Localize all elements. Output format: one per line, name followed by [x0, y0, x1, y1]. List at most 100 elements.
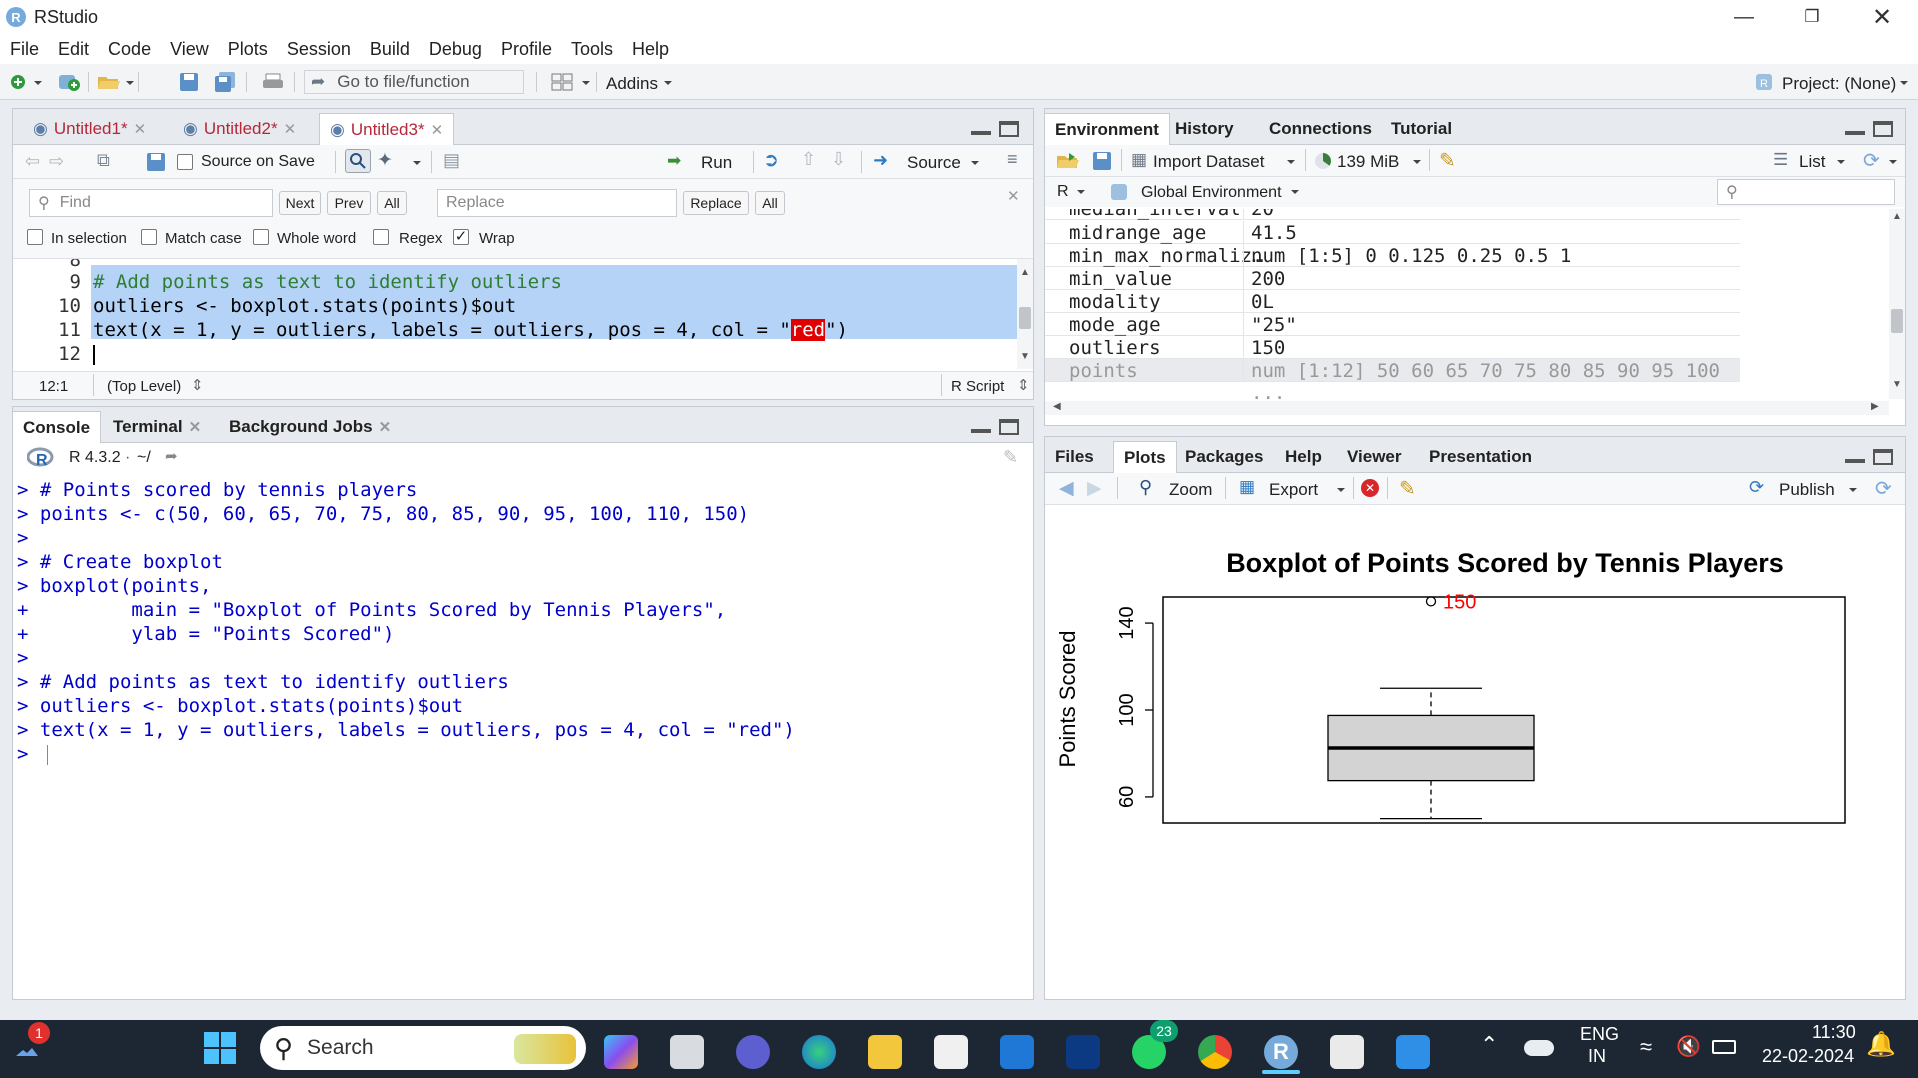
project-menu[interactable]: Project: (None) [1782, 74, 1896, 94]
battery-icon[interactable] [1712, 1040, 1736, 1054]
up-arrow-icon[interactable]: ⇧ [801, 149, 816, 170]
scroll-left-icon[interactable]: ◀ [1053, 401, 1061, 412]
edge-icon[interactable] [802, 1035, 836, 1069]
addins-menu[interactable]: Addins [606, 74, 658, 94]
chevron-down-icon[interactable] [1411, 151, 1423, 171]
file-type-selector[interactable]: R Script [951, 378, 1004, 395]
goto-file-input[interactable]: ➦ Go to file/function [304, 70, 524, 94]
menu-file[interactable]: File [10, 39, 39, 60]
scroll-right-icon[interactable]: ▶ [1871, 401, 1879, 412]
publish-button[interactable]: Publish [1779, 480, 1835, 500]
remove-plot-icon[interactable]: ✕ [1361, 479, 1379, 497]
env-row[interactable]: min_max_normaliz… num [1:5] 0 0.125 0.25 … [1045, 244, 1740, 267]
rerun-icon[interactable]: ➲ [763, 149, 779, 172]
magic-wand-icon[interactable]: ✦ [377, 149, 393, 172]
match-case-checkbox[interactable] [141, 229, 157, 245]
tab-plots[interactable]: Plots [1113, 441, 1177, 473]
close-icon[interactable]: ✕ [379, 418, 392, 436]
wrap-checkbox[interactable]: ✓ [453, 229, 469, 245]
wifi-icon[interactable]: ≈ [1640, 1034, 1652, 1060]
chevron-down-icon[interactable] [1075, 181, 1087, 201]
bell-icon[interactable]: 🔔 [1866, 1030, 1896, 1059]
minimize-pane-icon[interactable] [1845, 459, 1865, 463]
menu-build[interactable]: Build [370, 39, 410, 60]
maximize-pane-icon[interactable] [1873, 449, 1893, 465]
scope-selector[interactable]: (Top Level) [107, 378, 181, 395]
scroll-up-icon[interactable]: ▲ [1892, 211, 1902, 222]
minimize-pane-icon[interactable] [971, 131, 991, 135]
whole-word-checkbox[interactable] [253, 229, 269, 245]
find-all-button[interactable]: All [377, 191, 407, 215]
chevron-up-icon[interactable]: ⌃ [1480, 1032, 1498, 1058]
file-explorer-icon[interactable] [868, 1035, 902, 1069]
close-icon[interactable]: ✕ [431, 121, 444, 139]
save-icon[interactable] [178, 72, 200, 92]
env-row[interactable]: outliers 150 [1045, 336, 1740, 359]
new-project-icon[interactable] [56, 72, 82, 92]
volume-muted-icon[interactable]: 🔇 [1676, 1034, 1701, 1059]
menu-debug[interactable]: Debug [429, 39, 482, 60]
tab-console[interactable]: Console [13, 411, 102, 443]
tab-environment[interactable]: Environment [1045, 113, 1170, 145]
dev-home-icon[interactable] [1066, 1035, 1100, 1069]
scroll-down-icon[interactable]: ▼ [1020, 351, 1030, 362]
editor-scrollbar[interactable]: ▲ ▼ [1017, 259, 1033, 369]
chevron-down-icon[interactable] [1898, 72, 1910, 92]
close-find-icon[interactable]: ✕ [1007, 187, 1020, 205]
env-row[interactable]: mode_age "25" [1045, 313, 1740, 336]
find-next-button[interactable]: Next [279, 191, 321, 215]
view-mode-selector[interactable]: List [1799, 152, 1825, 172]
chevron-down-icon[interactable] [580, 72, 592, 92]
microsoft-store-icon[interactable] [934, 1035, 968, 1069]
environment-hscrollbar[interactable]: ◀ ▶ [1045, 401, 1889, 415]
chevron-down-icon[interactable] [124, 72, 136, 92]
replace-all-button[interactable]: All [755, 191, 785, 215]
menu-help[interactable]: Help [632, 39, 669, 60]
source-button[interactable]: Source [907, 153, 961, 173]
photos-icon[interactable] [1396, 1035, 1430, 1069]
chevron-down-icon[interactable] [1335, 479, 1347, 499]
chevron-down-icon[interactable] [1847, 479, 1859, 499]
save-all-icon[interactable] [214, 72, 236, 92]
copilot-icon[interactable] [604, 1035, 638, 1069]
previous-plot-icon[interactable]: ◀ [1059, 477, 1074, 500]
export-button[interactable]: Export [1269, 480, 1318, 500]
onedrive-icon[interactable] [1524, 1040, 1554, 1056]
maximize-pane-icon[interactable] [1873, 121, 1893, 137]
environment-search-input[interactable]: ⚲ [1717, 179, 1895, 205]
code-area[interactable]: 8 9 10 11 12 # Add points as text to ide… [13, 259, 1017, 369]
chevron-down-icon[interactable] [969, 152, 981, 172]
outline-icon[interactable]: ≡ [1007, 149, 1018, 170]
menu-view[interactable]: View [170, 39, 209, 60]
chevron-down-icon[interactable] [1887, 151, 1899, 171]
menu-code[interactable]: Code [108, 39, 151, 60]
memory-usage[interactable]: 139 MiB [1337, 152, 1399, 172]
load-workspace-icon[interactable] [1055, 151, 1083, 171]
new-file-icon[interactable] [8, 72, 30, 92]
compile-report-icon[interactable]: ▤ [443, 150, 460, 171]
chevron-down-icon[interactable] [32, 72, 44, 92]
clock-date[interactable]: 22-02-2024 [1762, 1046, 1854, 1067]
chat-icon[interactable] [736, 1035, 770, 1069]
tab-files[interactable]: Files [1045, 441, 1104, 473]
import-dataset-button[interactable]: Import Dataset [1153, 152, 1265, 172]
snipping-tool-icon[interactable] [1330, 1035, 1364, 1069]
chevron-down-icon[interactable] [1285, 151, 1297, 171]
working-directory[interactable]: ~/ [137, 449, 151, 467]
print-icon[interactable] [262, 72, 284, 92]
find-input[interactable]: ⚲ Find [29, 189, 273, 217]
tab-untitled2[interactable]: ◉ Untitled2* ✕ [173, 113, 306, 145]
open-file-icon[interactable] [96, 72, 124, 92]
tab-history[interactable]: History [1165, 113, 1244, 145]
tab-background-jobs[interactable]: Background Jobs ✕ [219, 411, 401, 443]
menu-edit[interactable]: Edit [58, 39, 89, 60]
env-row[interactable]: median_interval 20 [1045, 209, 1740, 220]
replace-button[interactable]: Replace [683, 191, 749, 215]
replace-input[interactable]: Replace [437, 189, 677, 217]
save-icon[interactable] [145, 152, 167, 172]
tab-terminal[interactable]: Terminal ✕ [103, 411, 211, 443]
tab-help[interactable]: Help [1275, 441, 1332, 473]
grid-layout-icon[interactable] [550, 72, 576, 92]
down-arrow-icon[interactable]: ⇩ [831, 149, 846, 170]
restore-button[interactable]: ❐ [1784, 0, 1840, 34]
